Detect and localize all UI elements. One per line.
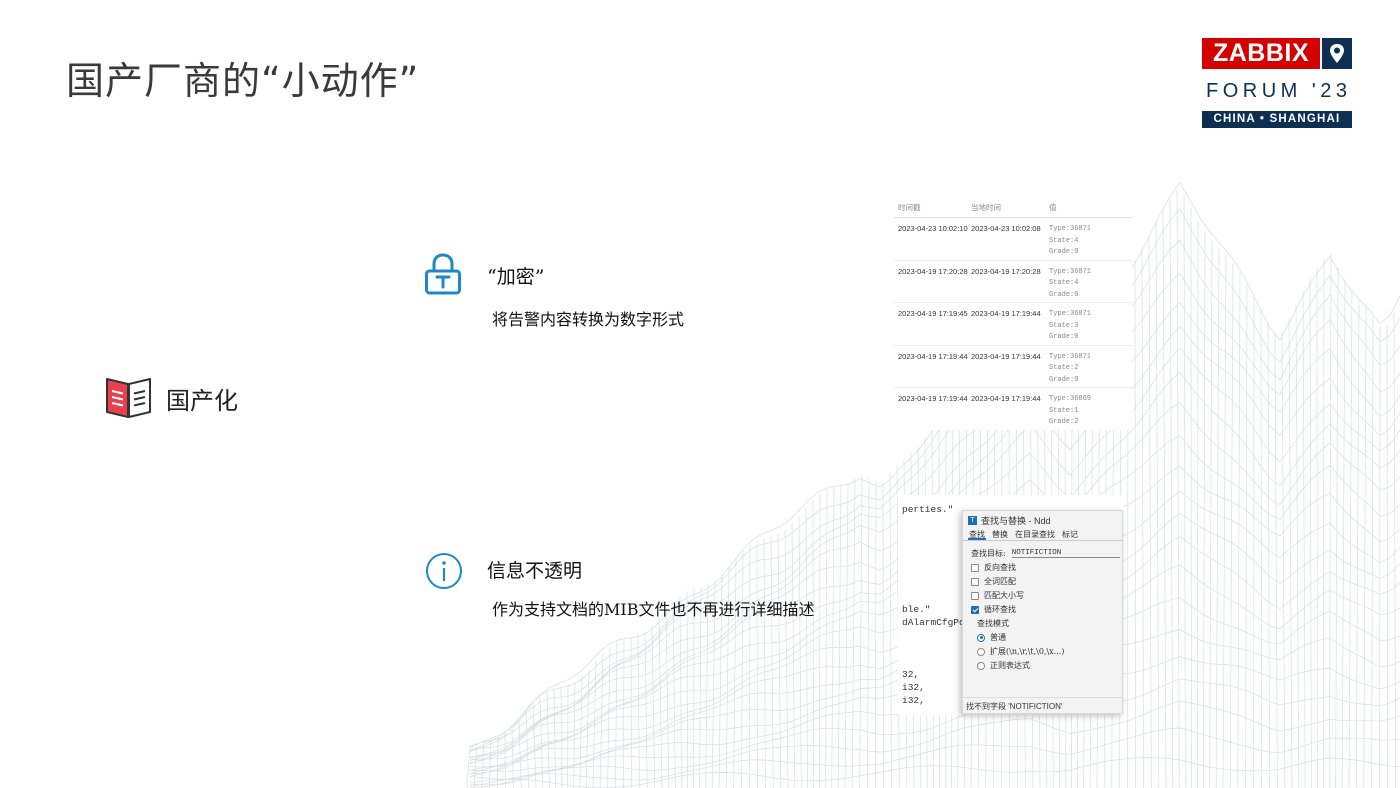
logo-event: FORUM '23 bbox=[1206, 80, 1352, 102]
cell-value: Type:36871 State:4 Grade:0 bbox=[1049, 267, 1132, 303]
tab-replace[interactable]: 替换 bbox=[991, 529, 1009, 540]
table-row: 2023-04-19 17:19:45 2023-04-19 17:19:44 Ty… bbox=[894, 303, 1132, 346]
value-grade: Grade:0 bbox=[1049, 375, 1079, 384]
value-type: Type:36869 bbox=[1049, 395, 1092, 403]
mode-radio[interactable]: 正则表达式 bbox=[977, 660, 1122, 671]
dialog-title-bar: T 查找与替换 - Ndd bbox=[963, 511, 1122, 529]
option-checkbox[interactable]: 循环查找 bbox=[971, 604, 1122, 615]
radio-button[interactable] bbox=[977, 661, 985, 670]
find-target-input[interactable]: NOTIFICTION bbox=[1011, 549, 1120, 558]
cell-value: Type:36871 State:4 Grade:0 bbox=[1049, 224, 1132, 260]
encryption-heading: “加密” bbox=[487, 266, 545, 288]
table-row: 2023-04-19 17:20:28 2023-04-19 17:20:28 Ty… bbox=[894, 261, 1132, 303]
mode-label: 正则表达式 bbox=[990, 661, 1030, 670]
value-grade: Grade:0 bbox=[1049, 248, 1079, 256]
encryption-description: 将告警内容转换为数字形式 bbox=[492, 310, 685, 329]
slide-title: 国产厂商的“小动作” bbox=[66, 59, 420, 103]
checkbox[interactable] bbox=[971, 577, 979, 586]
code-line: i32, bbox=[902, 682, 925, 693]
cell-value: Type:36869 State:1 Grade:2 bbox=[1049, 394, 1132, 430]
cell-local-time: 2023-04-23 10:02:08 bbox=[971, 224, 1041, 233]
location-pin-icon bbox=[1322, 38, 1352, 69]
book-icon bbox=[104, 375, 154, 423]
option-checkbox[interactable]: 匹配大小写 bbox=[971, 590, 1122, 601]
lock-icon bbox=[424, 253, 462, 299]
value-grade: Grade:0 bbox=[1049, 333, 1079, 341]
value-state: State:3 bbox=[1049, 321, 1079, 330]
history-table-screenshot: 时间戳 当地时间 值 2023-04-23 10:02:10 2023-04-23… bbox=[894, 198, 1132, 430]
find-replace-dialog: T 查找与替换 - Ndd 查找 替换 在目录查找 标记 查找目标: NOTIF… bbox=[962, 510, 1123, 714]
column-header-timestamp: 时间戳 bbox=[898, 203, 921, 212]
cell-local-time: 2023-04-19 17:20:28 bbox=[971, 266, 1041, 276]
find-target-label: 查找目标: bbox=[971, 548, 1006, 558]
table-header: 时间戳 当地时间 值 bbox=[894, 198, 1132, 218]
checkbox[interactable] bbox=[971, 605, 979, 614]
cell-local-time: 2023-04-19 17:19:44 bbox=[971, 394, 1041, 403]
value-grade: Grade:2 bbox=[1049, 418, 1079, 426]
radio-button[interactable] bbox=[977, 647, 985, 656]
cell-timestamp: 2023-04-19 17:20:28 bbox=[898, 266, 968, 276]
tab-mark[interactable]: 标记 bbox=[1061, 529, 1079, 540]
table-row: 2023-04-19 17:19:44 2023-04-19 17:19:44 Ty… bbox=[894, 388, 1132, 430]
value-state: State:2 bbox=[1049, 364, 1079, 372]
code-line: i32, bbox=[902, 695, 925, 706]
value-type: Type:36871 bbox=[1049, 310, 1092, 318]
localization-label: 国产化 bbox=[166, 387, 238, 415]
cell-timestamp: 2023-04-23 10:02:10 bbox=[898, 224, 968, 233]
radio-button[interactable] bbox=[977, 633, 985, 642]
value-state: State:4 bbox=[1049, 279, 1079, 287]
cell-timestamp: 2023-04-19 17:19:44 bbox=[898, 351, 968, 361]
value-state: State:4 bbox=[1049, 236, 1079, 245]
code-line: perties." bbox=[902, 504, 954, 515]
value-state: State:1 bbox=[1049, 406, 1079, 415]
option-checkbox[interactable]: 全词匹配 bbox=[971, 576, 1122, 587]
cell-value: Type:36871 State:2 Grade:0 bbox=[1049, 352, 1132, 388]
mode-radio[interactable]: 扩展(\n,\r,\t,\0,\x...) bbox=[977, 646, 1122, 657]
value-type: Type:36871 bbox=[1049, 225, 1092, 233]
checkbox[interactable] bbox=[971, 563, 979, 572]
checkbox[interactable] bbox=[971, 591, 979, 600]
table-row: 2023-04-23 10:02:10 2023-04-23 10:02:08 Ty… bbox=[894, 218, 1132, 261]
option-label: 反向查找 bbox=[984, 563, 1016, 572]
option-checkbox[interactable]: 反向查找 bbox=[971, 562, 1122, 573]
option-label: 匹配大小写 bbox=[984, 591, 1024, 600]
dialog-status-bar: 找不到字段 'NOTIFICTION' bbox=[963, 697, 1122, 713]
zabbix-forum-logo: ZABBIX FORUM '23 CHINA • SHANGHAI bbox=[1202, 38, 1352, 128]
tab-find[interactable]: 查找 bbox=[968, 529, 986, 540]
cell-value: Type:36871 State:3 Grade:0 bbox=[1049, 309, 1132, 345]
opacity-heading: 信息不透明 bbox=[487, 560, 583, 582]
cell-timestamp: 2023-04-19 17:19:45 bbox=[898, 309, 968, 318]
search-mode-label: 查找模式 bbox=[977, 619, 1009, 628]
table-row: 2023-04-19 17:19:44 2023-04-19 17:19:44 Ty… bbox=[894, 346, 1132, 388]
column-header-value: 值 bbox=[1049, 202, 1057, 212]
app-logo-icon: T bbox=[968, 515, 977, 525]
value-type: Type:36871 bbox=[1049, 267, 1092, 276]
cell-local-time: 2023-04-19 17:19:44 bbox=[971, 351, 1041, 361]
cell-timestamp: 2023-04-19 17:19:44 bbox=[898, 394, 968, 403]
dialog-tabs: 查找 替换 在目录查找 标记 bbox=[963, 529, 1122, 541]
cell-local-time: 2023-04-19 17:19:44 bbox=[971, 309, 1041, 318]
logo-brand: ZABBIX bbox=[1202, 38, 1320, 69]
tab-find-in-dir[interactable]: 在目录查找 bbox=[1014, 529, 1056, 540]
logo-location: CHINA • SHANGHAI bbox=[1202, 111, 1352, 128]
value-type: Type:36871 bbox=[1049, 352, 1092, 361]
opacity-description: 作为支持文档的MIB文件也不再进行详细描述 bbox=[492, 600, 815, 619]
mode-label: 普通 bbox=[990, 633, 1006, 642]
info-icon bbox=[425, 552, 463, 594]
code-line: ble." bbox=[902, 604, 931, 615]
value-grade: Grade:0 bbox=[1049, 290, 1079, 299]
dialog-title: 查找与替换 - Ndd bbox=[981, 515, 1051, 526]
code-line: 32, bbox=[902, 669, 920, 680]
mode-radio[interactable]: 普通 bbox=[977, 632, 1122, 643]
option-label: 全词匹配 bbox=[984, 577, 1016, 586]
column-header-local-time: 当地时间 bbox=[971, 203, 1001, 212]
option-label: 循环查找 bbox=[984, 605, 1016, 614]
mode-label: 扩展(\n,\r,\t,\0,\x...) bbox=[990, 647, 1065, 656]
code-line: dAlarmCfgPo bbox=[902, 617, 965, 628]
